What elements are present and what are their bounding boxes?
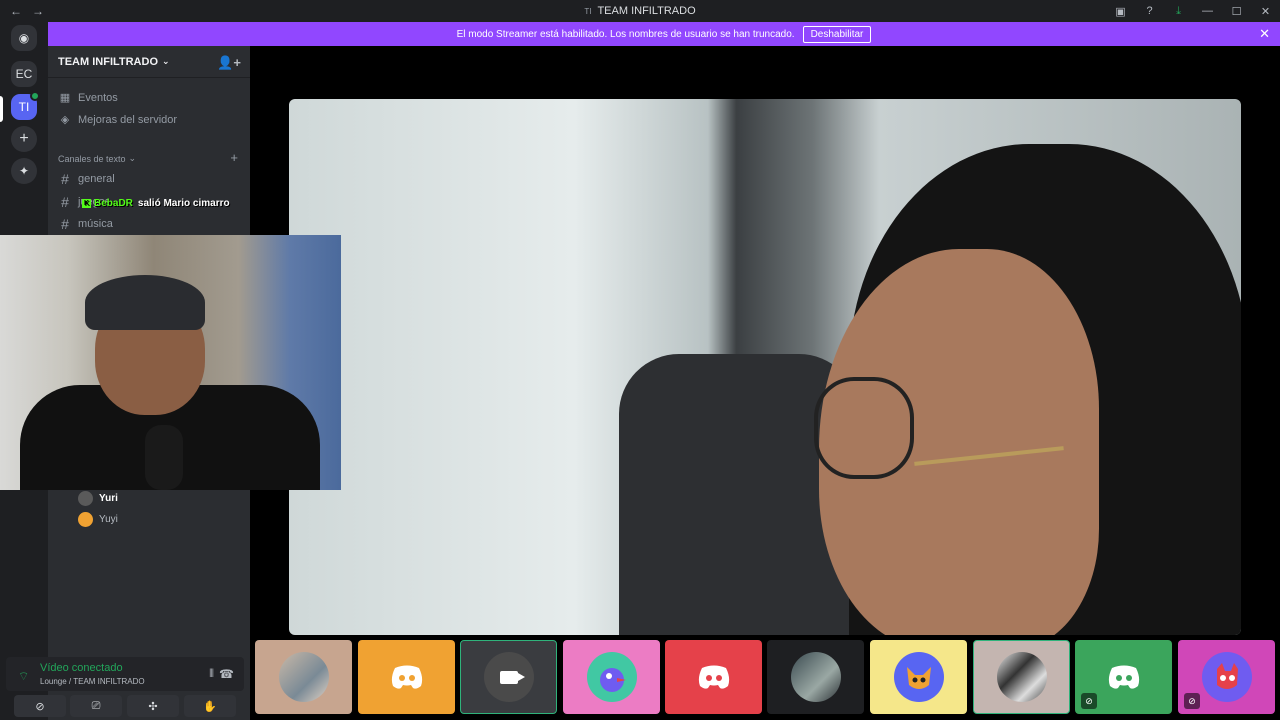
screen-share-button[interactable]: ⎚ [70,695,122,717]
participant-tile[interactable] [665,640,762,714]
camera-off-button[interactable]: ⊘ [14,695,66,717]
sidebar-item-eventos[interactable]: ▦ Eventos [56,91,118,105]
avatar [996,652,1047,702]
hash-icon: # [61,171,69,187]
hash-icon: # [61,194,69,210]
window-titlebar: ← → TI TEAM INFILTRADO ▣ ? ⤓ — ☐ ✕ [0,0,1280,22]
disconnect-icon[interactable]: ☎ [219,667,234,681]
participant-tile[interactable] [255,640,352,714]
participant-tile[interactable] [973,640,1070,714]
avatar [893,652,944,702]
noise-suppression-icon[interactable]: ⦀ [209,668,214,681]
notification-text: salió Mario cimarro [137,198,230,209]
server-ti-label: TI [18,100,30,114]
disable-streamer-button[interactable]: Deshabilitar [802,25,872,43]
activities-button[interactable]: ✣ [127,695,179,717]
streamer-webcam-overlay [0,235,341,490]
invite-icon[interactable]: 👤+ [217,55,241,71]
category-label: Canales de texto [58,153,126,164]
channel-label: general [78,173,115,185]
voice-member[interactable]: Yuyi [78,512,118,527]
voice-connection-panel: ⌔ Vídeo conectado Lounge / TEAM INFILTRA… [6,657,244,691]
avatar [1201,652,1252,702]
participant-tiles: ⊘ ⊘ [255,640,1275,714]
active-server-pill [0,96,3,122]
main-video-feed[interactable] [289,99,1241,635]
explore-icon[interactable]: ✦ [11,158,37,184]
muted-mic-icon: ⊘ [1081,693,1097,709]
online-dot-icon [30,91,40,101]
window-title-text: TEAM INFILTRADO [597,5,696,17]
member-name: Yuyi [99,514,118,525]
hash-icon: # [61,216,69,232]
close-icon[interactable]: ✕ [1251,0,1280,22]
participant-tile[interactable]: ⊘ [1075,640,1172,714]
minimize-icon[interactable]: — [1193,0,1222,22]
voice-member[interactable]: Yuri [78,491,118,506]
camera-icon [499,670,525,684]
stream-chat-notification: K BebaDR salió Mario cimarro [82,198,230,209]
participant-tile[interactable] [767,640,864,714]
server-glyph-icon: TI [584,7,592,16]
server-ti[interactable]: TI [11,91,40,120]
back-icon[interactable]: ← [10,4,22,18]
discord-logo-icon [698,665,729,689]
channel-musica[interactable]: # música [56,216,113,232]
server-ec[interactable]: EC [11,61,37,87]
avatar [790,652,841,702]
sidebar-item-label: Eventos [78,91,118,104]
webcam-person-cap [85,275,205,330]
window-title: TI TEAM INFILTRADO [0,5,1280,17]
video-person-glasses [814,377,914,479]
fox-avatar-icon [906,667,931,689]
streamer-mode-banner: El modo Streamer está habilitado. Los no… [48,22,1280,46]
add-server-icon[interactable]: + [11,126,37,152]
banner-close-icon[interactable]: ✕ [1259,26,1270,42]
download-icon[interactable]: ⤓ [1164,0,1193,22]
participant-tile[interactable] [870,640,967,714]
discord-logo-icon [391,665,422,689]
participant-tile[interactable] [563,640,660,714]
voice-status[interactable]: Vídeo conectado [40,662,123,674]
chevron-down-icon: ⌄ [162,56,170,66]
discord-home-icon[interactable]: ◉ [11,25,37,51]
sidebar-item-label: Mejoras del servidor [78,113,178,126]
add-channel-icon[interactable]: + [230,150,238,165]
channel-general[interactable]: # general [56,171,115,187]
avatar [78,512,93,527]
boost-icon: ◈ [60,114,70,126]
participant-tile[interactable] [358,640,455,714]
creature-avatar-icon [1216,663,1238,689]
maximize-icon[interactable]: ☐ [1222,0,1251,22]
signal-icon[interactable]: ⌔ [18,669,29,684]
calendar-icon: ▦ [59,92,71,104]
banner-text: El modo Streamer está habilitado. Los no… [456,28,795,40]
inbox-icon[interactable]: ▣ [1106,0,1135,22]
soundboard-button[interactable]: ✋ [184,695,236,717]
channel-label: música [78,218,113,230]
category-text-channels[interactable]: Canales de texto ⌄ [58,153,136,164]
avatar [586,652,637,702]
sidebar-item-boosts[interactable]: ◈ Mejoras del servidor [56,113,178,127]
webcam-microphone [145,425,183,490]
help-icon[interactable]: ? [1135,0,1164,22]
voice-channel[interactable]: Lounge / TEAM INFILTRADO [40,677,145,686]
notification-user: BebaDR [94,198,133,209]
chevron-down-icon: ⌄ [128,153,137,163]
muted-mic-icon: ⊘ [1184,693,1200,709]
avatar [278,652,329,702]
participant-tile[interactable] [460,640,557,714]
server-name: TEAM INFILTRADO [58,55,159,68]
member-name: Yuri [99,493,118,504]
discord-logo-icon [1108,665,1139,689]
avatar [78,491,93,506]
avatar [483,652,534,702]
participant-tile[interactable]: ⊘ [1178,640,1275,714]
forward-icon[interactable]: → [32,4,44,18]
kick-icon: K [82,199,91,208]
bird-avatar-icon [599,668,626,692]
server-header[interactable]: TEAM INFILTRADO ⌄ 👤+ [48,46,250,78]
